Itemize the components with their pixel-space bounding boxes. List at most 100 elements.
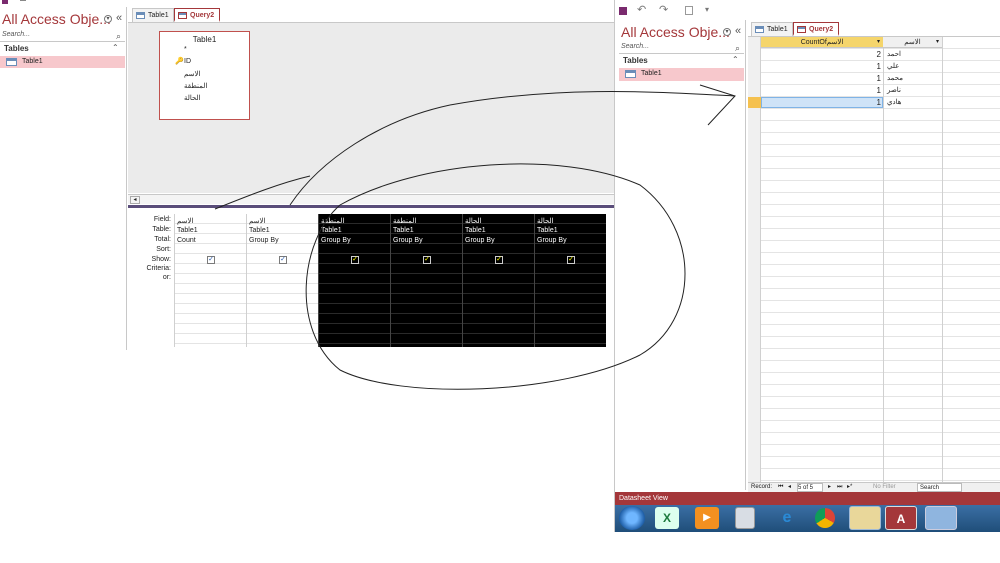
table-row-selected[interactable]: 1 هادي (761, 97, 942, 108)
column-table[interactable]: Table1 (321, 227, 342, 234)
print-preview-icon[interactable] (685, 6, 693, 15)
tab-table1[interactable]: Table1 (132, 8, 174, 22)
tab-query2[interactable]: Query2 (174, 8, 220, 22)
count-cell[interactable]: 1 (877, 62, 881, 71)
design-column[interactable]: الحالة Table1 Group By ✓ (534, 214, 606, 347)
column-field[interactable]: المنطقة (321, 217, 344, 225)
count-cell[interactable]: 1 (877, 86, 881, 95)
file-explorer-icon[interactable] (849, 506, 881, 530)
nav-pane-title[interactable]: All Access Obje... (2, 11, 111, 27)
column-total[interactable]: Group By (537, 237, 567, 244)
search-icon[interactable]: ⌕ (116, 31, 121, 42)
column-filter-icon[interactable]: ▾ (936, 37, 939, 48)
column-header-count[interactable]: CountOfالاسم ▾ (761, 37, 883, 48)
search-icon[interactable]: ⌕ (735, 43, 740, 54)
filter-status[interactable]: No Filter (873, 483, 896, 492)
table-row[interactable]: 1 ناصر (761, 85, 942, 96)
show-checkbox[interactable]: ✓ (207, 256, 215, 264)
name-cell[interactable]: محمد (887, 74, 903, 82)
redo-icon[interactable]: ↷ (659, 3, 668, 16)
last-record-icon[interactable]: ⏭ (837, 483, 842, 492)
column-total[interactable]: Group By (249, 237, 279, 244)
new-record-icon[interactable]: ▸* (847, 483, 852, 492)
search-input[interactable]: Search... (619, 43, 744, 54)
windows-start-icon[interactable] (619, 506, 645, 530)
column-total[interactable]: Group By (393, 237, 423, 244)
nav-item-table1[interactable]: Table1 (619, 68, 744, 81)
name-cell[interactable]: ناصر (887, 86, 901, 94)
record-position-input[interactable]: 5 of 5 (797, 483, 823, 492)
internet-explorer-icon[interactable]: e (775, 507, 799, 529)
collapse-pane-icon[interactable]: « (116, 12, 122, 24)
scroll-left-icon[interactable]: ◂ (130, 196, 140, 204)
tab-table1[interactable]: Table1 (751, 22, 793, 36)
field-item-status[interactable]: الحالة (184, 94, 201, 102)
column-table[interactable]: Table1 (177, 227, 198, 234)
tables-section-header[interactable]: Tables (619, 56, 744, 67)
design-column[interactable]: المنطقة Table1 Group By ✓ (318, 214, 390, 347)
excel-icon[interactable]: X (655, 507, 679, 529)
search-input[interactable]: Search... (0, 31, 125, 42)
save-icon[interactable] (619, 7, 627, 15)
upper-scrollbar[interactable]: ◂ (128, 194, 614, 204)
column-header-name[interactable]: الاسم ▾ (883, 37, 942, 48)
access-icon[interactable]: A (885, 506, 917, 530)
collapse-pane-icon[interactable]: « (735, 25, 741, 37)
name-cell[interactable]: احمد (887, 50, 901, 58)
paint-icon[interactable] (925, 506, 957, 530)
column-field[interactable]: المنطقة (393, 217, 416, 225)
design-column[interactable]: الاسم Table1 Count ✓ (174, 214, 246, 347)
design-column[interactable]: الاسم Table1 Group By ✓ (246, 214, 318, 347)
tables-section-header[interactable]: Tables (0, 44, 125, 55)
show-checkbox[interactable]: ✓ (567, 256, 575, 264)
undo-icon[interactable] (20, 0, 26, 4)
column-total[interactable]: Group By (465, 237, 495, 244)
nav-pane-title[interactable]: All Access Obje... (621, 24, 730, 40)
table-row[interactable]: 1 علي (761, 61, 942, 72)
column-table[interactable]: Table1 (249, 227, 270, 234)
design-column[interactable]: المنطقة Table1 Group By ✓ (390, 214, 462, 347)
field-item-star[interactable]: * (184, 46, 187, 53)
count-cell[interactable]: 2 (877, 50, 881, 59)
column-table[interactable]: Table1 (537, 227, 558, 234)
nav-item-table1[interactable]: Table1 (0, 56, 125, 68)
show-checkbox[interactable]: ✓ (351, 256, 359, 264)
table-row[interactable]: 1 محمد (761, 73, 942, 84)
column-field[interactable]: الحالة (465, 217, 482, 225)
column-total[interactable]: Count (177, 237, 196, 244)
calculator-icon[interactable] (735, 507, 755, 529)
field-item-region[interactable]: المنطقة (184, 82, 207, 90)
field-item-name[interactable]: الاسم (184, 70, 200, 78)
field-list-table1[interactable]: Table1 * 🔑 ID الاسم المنطقة الحالة (159, 31, 250, 120)
column-field[interactable]: الاسم (177, 217, 193, 225)
save-icon[interactable] (2, 0, 8, 4)
record-selector-current[interactable] (748, 97, 761, 108)
show-checkbox[interactable]: ✓ (423, 256, 431, 264)
count-cell[interactable]: 1 (877, 98, 881, 107)
column-total[interactable]: Group By (321, 237, 351, 244)
nav-menu-dropdown-icon[interactable]: ▾ (104, 15, 112, 23)
section-collapse-icon[interactable]: ⌃ (112, 43, 119, 52)
count-cell[interactable]: 1 (877, 74, 881, 83)
column-table[interactable]: Table1 (465, 227, 486, 234)
undo-icon[interactable]: ↶ (637, 3, 646, 16)
name-cell[interactable]: علي (887, 62, 899, 70)
name-cell[interactable]: هادي (887, 98, 901, 106)
tab-query2[interactable]: Query2 (793, 22, 839, 36)
first-record-icon[interactable]: ⏮ (778, 483, 783, 492)
next-record-icon[interactable]: ▸ (828, 483, 831, 492)
show-checkbox[interactable]: ✓ (495, 256, 503, 264)
column-filter-icon[interactable]: ▾ (877, 37, 880, 48)
field-item-id[interactable]: ID (184, 58, 191, 65)
column-table[interactable]: Table1 (393, 227, 414, 234)
chrome-icon[interactable] (815, 508, 835, 528)
customize-toolbar-icon[interactable]: ▾ (705, 5, 709, 14)
nav-menu-dropdown-icon[interactable]: ▾ (723, 28, 731, 36)
show-checkbox[interactable]: ✓ (279, 256, 287, 264)
design-column[interactable]: الحالة Table1 Group By ✓ (462, 214, 534, 347)
table-row[interactable]: 2 احمد (761, 49, 942, 60)
record-search-input[interactable]: Search (917, 483, 962, 492)
column-field[interactable]: الحالة (537, 217, 554, 225)
prev-record-icon[interactable]: ◂ (788, 483, 791, 492)
section-collapse-icon[interactable]: ⌃ (732, 55, 739, 64)
